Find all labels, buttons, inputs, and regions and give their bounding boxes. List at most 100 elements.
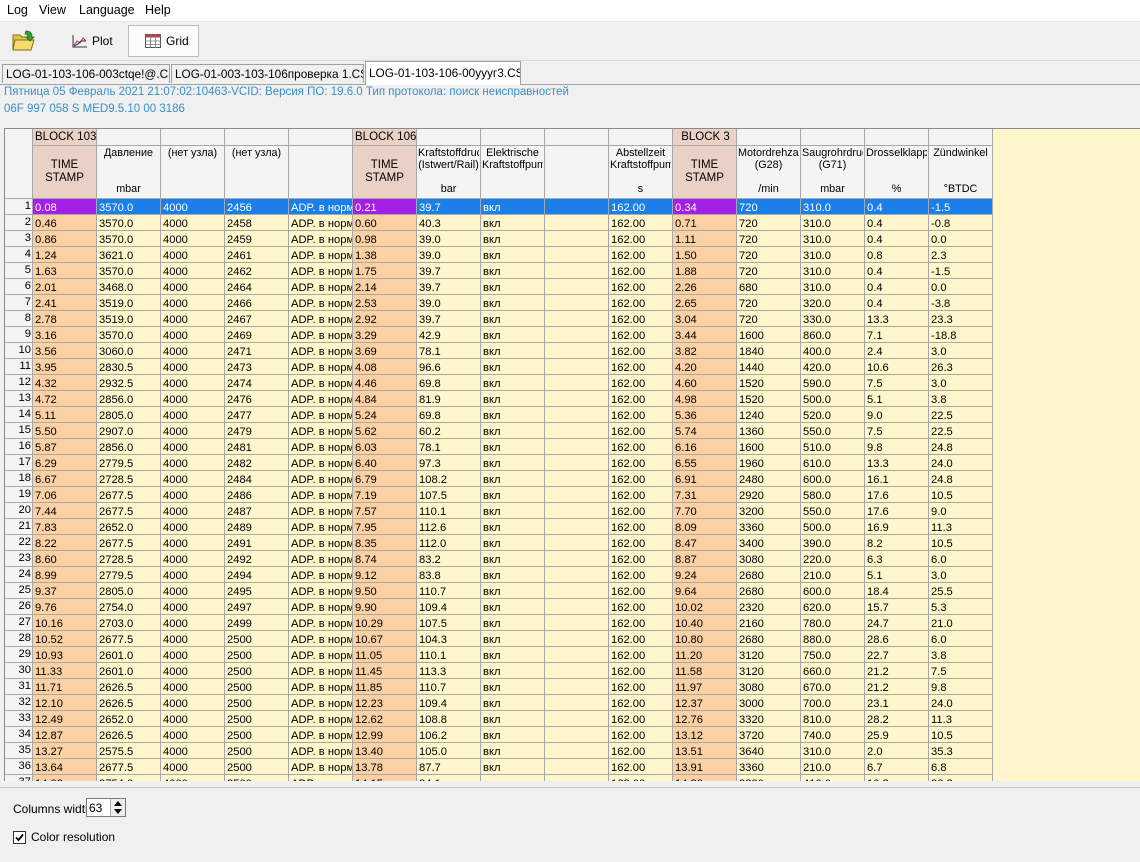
grid-cell[interactable]: 390.0 <box>801 535 865 551</box>
grid-cell[interactable]: 2.53 <box>353 295 417 311</box>
column-header[interactable] <box>545 146 609 199</box>
column-header[interactable]: Abstellzeit Kraftstoffpumpe s <box>609 146 673 199</box>
grid-cell[interactable]: 2680 <box>737 567 801 583</box>
grid-cell[interactable]: 162.00 <box>609 679 673 695</box>
grid-cell[interactable]: 14.15 <box>353 775 417 781</box>
grid-cell[interactable]: ADP. в норме <box>289 599 353 615</box>
row-number[interactable]: 34 <box>5 727 33 743</box>
grid-cell[interactable]: 162.00 <box>609 647 673 663</box>
grid-cell[interactable]: ADP. в норме <box>289 439 353 455</box>
grid-cell[interactable]: 162.00 <box>609 743 673 759</box>
grid-cell[interactable]: 4.32 <box>33 375 97 391</box>
grid-cell[interactable]: 7.5 <box>929 663 993 679</box>
grid-cell[interactable]: 9.8 <box>929 679 993 695</box>
grid-cell[interactable]: 0.4 <box>865 231 929 247</box>
grid-cell[interactable]: 6.29 <box>33 455 97 471</box>
grid-cell[interactable]: 2.0 <box>865 743 929 759</box>
grid-cell[interactable]: 11.45 <box>353 663 417 679</box>
grid-cell[interactable]: 6.40 <box>353 455 417 471</box>
grid-cell[interactable]: 10.5 <box>929 727 993 743</box>
grid-cell[interactable]: вкл <box>481 343 545 359</box>
plot-button[interactable]: Plot <box>72 25 124 57</box>
grid-cell[interactable]: 4000 <box>161 343 225 359</box>
grid-cell[interactable]: 860.0 <box>801 327 865 343</box>
grid-cell[interactable]: 3640 <box>737 743 801 759</box>
grid-cell[interactable] <box>545 263 609 279</box>
row-number[interactable]: 3 <box>5 231 33 247</box>
row-number[interactable]: 7 <box>5 295 33 311</box>
grid-cell[interactable]: 8.35 <box>353 535 417 551</box>
grid-cell[interactable]: 1240 <box>737 407 801 423</box>
grid-cell[interactable]: 0.21 <box>353 199 417 215</box>
grid-cell[interactable]: вкл <box>481 455 545 471</box>
grid-cell[interactable]: 2880 <box>737 775 801 781</box>
grid-cell[interactable]: 2500 <box>225 663 289 679</box>
grid-cell[interactable]: вкл <box>481 215 545 231</box>
grid-cell[interactable]: 87.7 <box>417 759 481 775</box>
grid-cell[interactable] <box>545 311 609 327</box>
grid-cell[interactable]: ADP. в норме <box>289 711 353 727</box>
grid-cell[interactable]: ADP. в норме <box>289 423 353 439</box>
grid-cell[interactable]: 10.80 <box>673 631 737 647</box>
grid-cell[interactable]: вкл <box>481 247 545 263</box>
grid-cell[interactable]: 2680 <box>737 583 801 599</box>
grid-cell[interactable]: 10.29 <box>353 615 417 631</box>
grid-cell[interactable]: ADP. в норме <box>289 663 353 679</box>
grid-cell[interactable]: 310.0 <box>801 231 865 247</box>
row-number[interactable]: 20 <box>5 503 33 519</box>
grid-cell[interactable]: 0.8 <box>865 247 929 263</box>
grid-cell[interactable]: вкл <box>481 375 545 391</box>
column-header[interactable]: Drosselklappenwinkel% <box>865 146 929 199</box>
grid-cell[interactable]: -3.8 <box>929 295 993 311</box>
grid-cell[interactable]: 24.8 <box>929 471 993 487</box>
grid-cell[interactable]: 24.7 <box>865 615 929 631</box>
grid-cell[interactable]: 720 <box>737 311 801 327</box>
grid-cell[interactable]: 0.4 <box>865 279 929 295</box>
grid-cell[interactable]: ADP. в норме <box>289 311 353 327</box>
grid-cell[interactable]: 6.91 <box>673 471 737 487</box>
grid-cell[interactable] <box>545 215 609 231</box>
grid-cell[interactable] <box>545 503 609 519</box>
grid-cell[interactable]: 8.99 <box>33 567 97 583</box>
grid-cell[interactable]: 9.12 <box>353 567 417 583</box>
grid-cell[interactable] <box>545 455 609 471</box>
grid-cell[interactable]: 6.3 <box>865 551 929 567</box>
grid-cell[interactable]: 2476 <box>225 391 289 407</box>
grid-cell[interactable]: 39.0 <box>417 231 481 247</box>
grid-cell[interactable]: 2479 <box>225 423 289 439</box>
grid-cell[interactable]: 3.0 <box>929 567 993 583</box>
grid-cell[interactable]: 13.51 <box>673 743 737 759</box>
grid-cell[interactable]: ADP. в норме <box>289 583 353 599</box>
grid-cell[interactable]: 1.88 <box>673 263 737 279</box>
grid-cell[interactable]: 13.12 <box>673 727 737 743</box>
grid-cell[interactable]: 24.8 <box>929 439 993 455</box>
grid-cell[interactable]: 2461 <box>225 247 289 263</box>
grid-cell[interactable]: вкл <box>481 359 545 375</box>
grid-cell[interactable]: 162.00 <box>609 199 673 215</box>
grid-cell[interactable]: 4000 <box>161 487 225 503</box>
grid-cell[interactable]: 2500 <box>225 647 289 663</box>
grid-cell[interactable]: 21.2 <box>865 663 929 679</box>
grid-cell[interactable]: 4000 <box>161 391 225 407</box>
grid-cell[interactable]: -18.8 <box>929 327 993 343</box>
grid-cell[interactable]: 1.24 <box>33 247 97 263</box>
grid-cell[interactable]: 2464 <box>225 279 289 295</box>
grid-cell[interactable]: 162.00 <box>609 695 673 711</box>
grid-cell[interactable]: 162.00 <box>609 311 673 327</box>
grid-cell[interactable]: 4000 <box>161 775 225 781</box>
grid-cell[interactable]: 3.56 <box>33 343 97 359</box>
grid-cell[interactable]: 162.00 <box>609 439 673 455</box>
grid-cell[interactable]: 162.00 <box>609 487 673 503</box>
grid-cell[interactable]: 5.87 <box>33 439 97 455</box>
grid-cell[interactable]: 26.3 <box>929 359 993 375</box>
grid-cell[interactable]: 22.5 <box>929 407 993 423</box>
grid-cell[interactable]: 6.67 <box>33 471 97 487</box>
grid-cell[interactable]: вкл <box>481 567 545 583</box>
grid-cell[interactable] <box>545 583 609 599</box>
grid-cell[interactable]: 12.76 <box>673 711 737 727</box>
grid-cell[interactable]: 84.1 <box>417 775 481 781</box>
grid-cell[interactable]: ADP. в норме <box>289 199 353 215</box>
grid-cell[interactable]: 21.0 <box>929 615 993 631</box>
grid-cell[interactable]: 2728.5 <box>97 471 161 487</box>
menu-language[interactable]: Language <box>79 3 135 17</box>
